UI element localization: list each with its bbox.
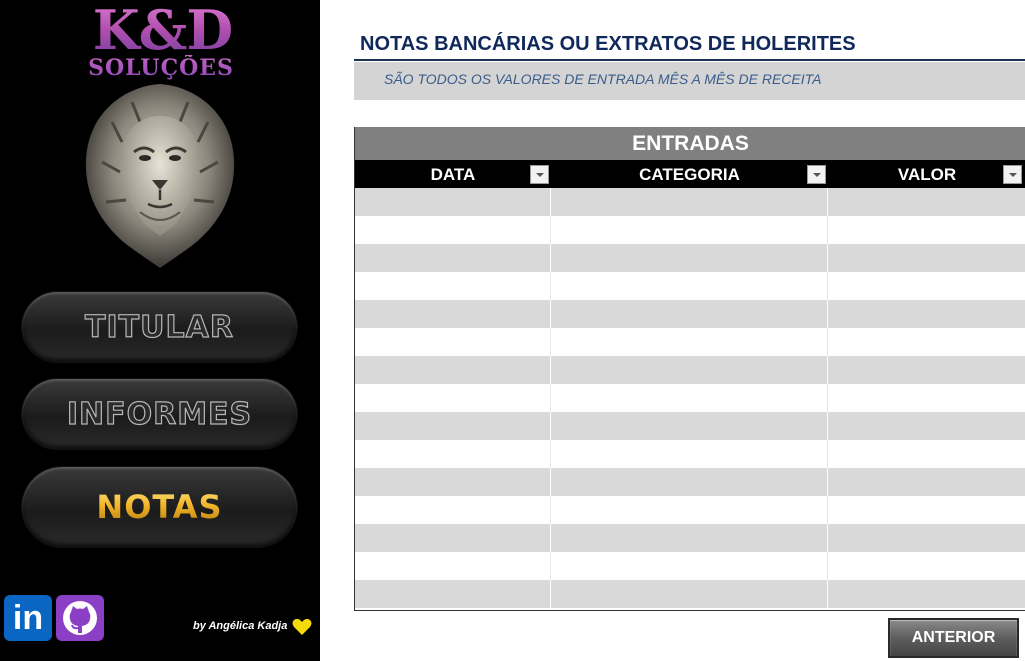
- table-cell-valor[interactable]: [828, 300, 1025, 328]
- table-cell-valor[interactable]: [828, 580, 1025, 608]
- table-cell-categoria[interactable]: [551, 244, 828, 272]
- table-cell-data[interactable]: [355, 412, 551, 440]
- table-row: [355, 244, 1025, 272]
- table-row: [355, 188, 1025, 216]
- table-cell-valor[interactable]: [828, 188, 1025, 216]
- table-cell-categoria[interactable]: [551, 384, 828, 412]
- lion-logo-icon: [85, 84, 235, 268]
- subtitle-text: SÃO TODOS OS VALORES DE ENTRADA MÊS A MÊ…: [384, 71, 822, 87]
- table-row: [355, 440, 1025, 468]
- table-row: [355, 580, 1025, 608]
- table-cell-valor[interactable]: [828, 356, 1025, 384]
- linkedin-icon-label: in: [12, 599, 44, 637]
- table-cell-valor[interactable]: [828, 552, 1025, 580]
- table-cell-valor[interactable]: [828, 244, 1025, 272]
- table-cell-valor[interactable]: [828, 496, 1025, 524]
- github-octocat-icon: [63, 601, 97, 635]
- table-row: [355, 468, 1025, 496]
- table-cell-categoria[interactable]: [551, 272, 828, 300]
- linkedin-icon[interactable]: in: [4, 595, 52, 641]
- table-row: [355, 272, 1025, 300]
- table-cell-data[interactable]: [355, 552, 551, 580]
- table-body: [355, 188, 1025, 608]
- table-row: [355, 300, 1025, 328]
- table-cell-categoria[interactable]: [551, 300, 828, 328]
- table-row: [355, 412, 1025, 440]
- table-cell-categoria[interactable]: [551, 524, 828, 552]
- table-cell-categoria[interactable]: [551, 580, 828, 608]
- table-row: [355, 384, 1025, 412]
- table-cell-valor[interactable]: [828, 216, 1025, 244]
- column-header-data: DATA: [430, 165, 476, 184]
- nav-label-notas: NOTAS: [96, 488, 223, 526]
- entradas-table: ENTRADAS DATA CATEGORIA VALOR: [354, 127, 1025, 611]
- nav-button-notas[interactable]: NOTAS: [22, 467, 297, 547]
- table-cell-data[interactable]: [355, 272, 551, 300]
- yellow-heart-icon: [292, 618, 312, 635]
- table-cell-data[interactable]: [355, 300, 551, 328]
- table-cell-data[interactable]: [355, 328, 551, 356]
- table-cell-data[interactable]: [355, 440, 551, 468]
- table-header-row: DATA CATEGORIA VALOR: [355, 160, 1025, 188]
- table-cell-data[interactable]: [355, 580, 551, 608]
- table-row: [355, 356, 1025, 384]
- table-cell-categoria[interactable]: [551, 216, 828, 244]
- filter-dropdown-categoria-icon[interactable]: [807, 165, 826, 184]
- table-cell-data[interactable]: [355, 524, 551, 552]
- table-cell-valor[interactable]: [828, 440, 1025, 468]
- github-icon[interactable]: [56, 595, 104, 641]
- table-row: [355, 496, 1025, 524]
- sidebar: K&D SOLUÇÕES TITULAR INFORMES NOTAS in b…: [0, 0, 320, 661]
- table-cell-categoria[interactable]: [551, 440, 828, 468]
- table-row: [355, 328, 1025, 356]
- table-cell-categoria[interactable]: [551, 496, 828, 524]
- table-cell-data[interactable]: [355, 384, 551, 412]
- table-row: [355, 524, 1025, 552]
- anterior-button[interactable]: ANTERIOR: [888, 618, 1019, 658]
- nav-label-informes: INFORMES: [66, 396, 253, 432]
- table-cell-categoria[interactable]: [551, 412, 828, 440]
- subtitle-banner: SÃO TODOS OS VALORES DE ENTRADA MÊS A MÊ…: [354, 62, 1025, 100]
- filter-dropdown-data-icon[interactable]: [530, 165, 549, 184]
- table-cell-data[interactable]: [355, 468, 551, 496]
- author-credit: by Angélica Kadja: [193, 620, 288, 632]
- table-cell-categoria[interactable]: [551, 188, 828, 216]
- table-cell-valor[interactable]: [828, 384, 1025, 412]
- table-cell-categoria[interactable]: [551, 552, 828, 580]
- logo-subtitle: SOLUÇÕES: [85, 55, 237, 81]
- nav-button-titular[interactable]: TITULAR: [22, 292, 297, 362]
- nav-button-informes[interactable]: INFORMES: [22, 379, 297, 449]
- table-cell-valor[interactable]: [828, 524, 1025, 552]
- page-title: NOTAS BANCÁRIAS OU EXTRATOS DE HOLERITES: [360, 33, 856, 55]
- table-cell-categoria[interactable]: [551, 468, 828, 496]
- column-header-valor: VALOR: [897, 165, 957, 184]
- filter-dropdown-valor-icon[interactable]: [1003, 165, 1022, 184]
- title-divider: [354, 59, 1025, 61]
- table-cell-data[interactable]: [355, 216, 551, 244]
- table-cell-valor[interactable]: [828, 328, 1025, 356]
- nav-label-titular: TITULAR: [84, 309, 234, 345]
- table-row: [355, 216, 1025, 244]
- logo-title: K&D: [85, 2, 240, 58]
- table-cell-valor[interactable]: [828, 412, 1025, 440]
- table-cell-data[interactable]: [355, 496, 551, 524]
- table-cell-data[interactable]: [355, 244, 551, 272]
- table-cell-valor[interactable]: [828, 468, 1025, 496]
- table-cell-data[interactable]: [355, 356, 551, 384]
- table-title: ENTRADAS: [355, 127, 1025, 160]
- column-header-categoria: CATEGORIA: [639, 165, 740, 184]
- table-row: [355, 552, 1025, 580]
- table-cell-data[interactable]: [355, 188, 551, 216]
- table-cell-valor[interactable]: [828, 272, 1025, 300]
- table-cell-categoria[interactable]: [551, 328, 828, 356]
- table-cell-categoria[interactable]: [551, 356, 828, 384]
